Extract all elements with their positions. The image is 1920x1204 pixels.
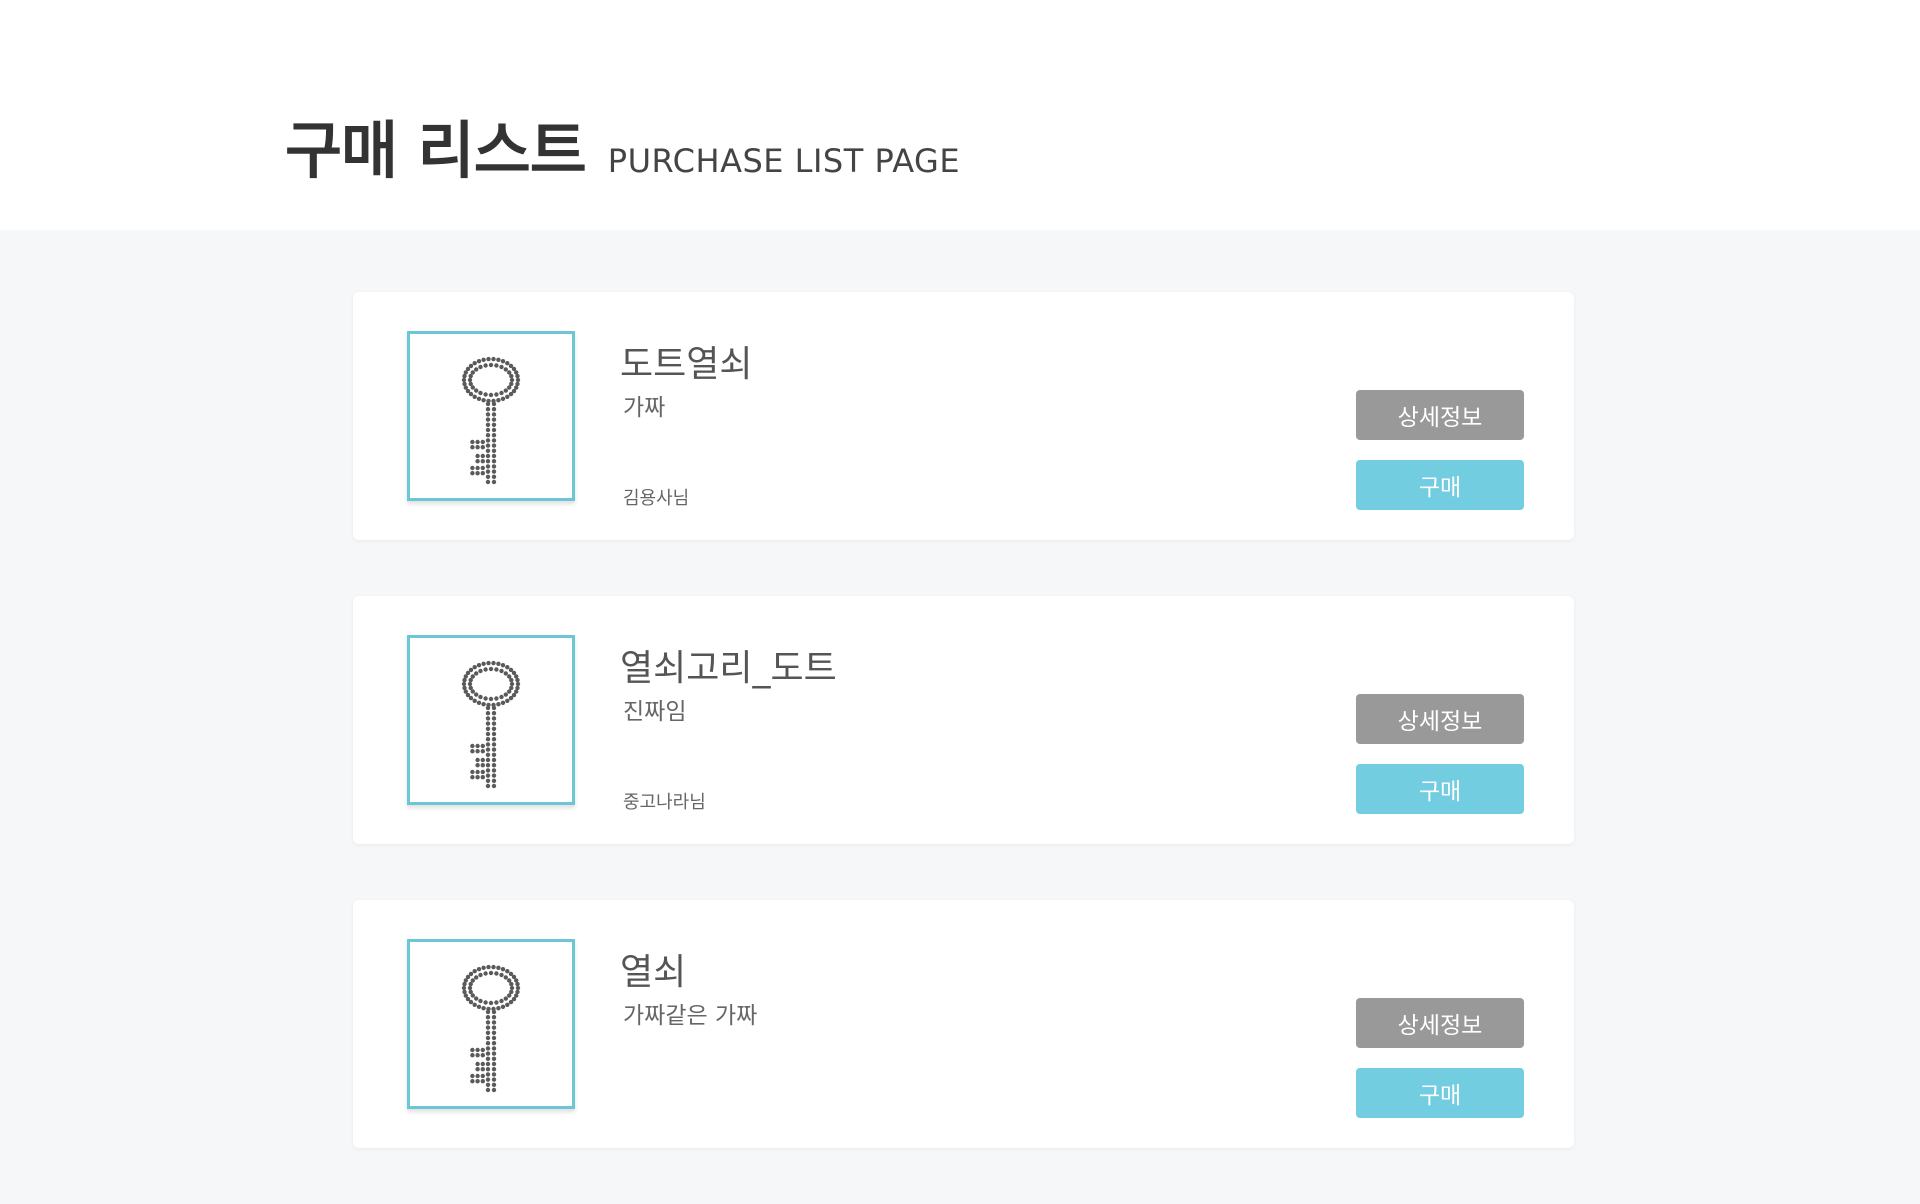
- page-title-english: PURCHASE LIST PAGE: [607, 142, 961, 180]
- product-thumbnail[interactable]: [407, 635, 575, 805]
- page-title-korean: 구매 리스트: [285, 114, 587, 187]
- product-description: 진짜임: [623, 699, 687, 725]
- detail-button[interactable]: 상세정보: [1356, 390, 1524, 440]
- detail-button[interactable]: 상세정보: [1356, 694, 1524, 744]
- product-name: 열쇠: [620, 952, 687, 993]
- buy-button[interactable]: 구매: [1356, 764, 1524, 814]
- list-item: 열쇠고리_도트 진짜임 중고나라님 상세정보 구매: [353, 596, 1574, 844]
- product-thumbnail[interactable]: [407, 939, 575, 1109]
- list-item: 열쇠 가짜같은 가짜 상세정보 구매: [353, 900, 1574, 1148]
- buy-button[interactable]: 구매: [1356, 1068, 1524, 1118]
- purchase-list: 도트열쇠 가짜 김용사님 상세정보 구매 열쇠고리_도트 진짜임 중고나라님 상…: [353, 292, 1574, 1204]
- buy-button[interactable]: 구매: [1356, 460, 1524, 510]
- seller-name: 김용사님: [623, 488, 690, 509]
- page-title: 구매 리스트 PURCHASE LIST PAGE: [285, 100, 960, 190]
- product-description: 가짜: [623, 395, 666, 421]
- product-name: 도트열쇠: [620, 344, 753, 385]
- detail-button[interactable]: 상세정보: [1356, 998, 1524, 1048]
- dot-key-icon: [461, 356, 521, 484]
- dot-key-icon: [461, 964, 521, 1092]
- page-header: 구매 리스트 PURCHASE LIST PAGE: [0, 0, 1920, 230]
- dot-key-icon: [461, 660, 521, 788]
- seller-name: 중고나라님: [623, 792, 706, 813]
- product-thumbnail[interactable]: [407, 331, 575, 501]
- list-item: 도트열쇠 가짜 김용사님 상세정보 구매: [353, 292, 1574, 540]
- product-description: 가짜같은 가짜: [623, 1003, 758, 1029]
- product-name: 열쇠고리_도트: [620, 648, 837, 689]
